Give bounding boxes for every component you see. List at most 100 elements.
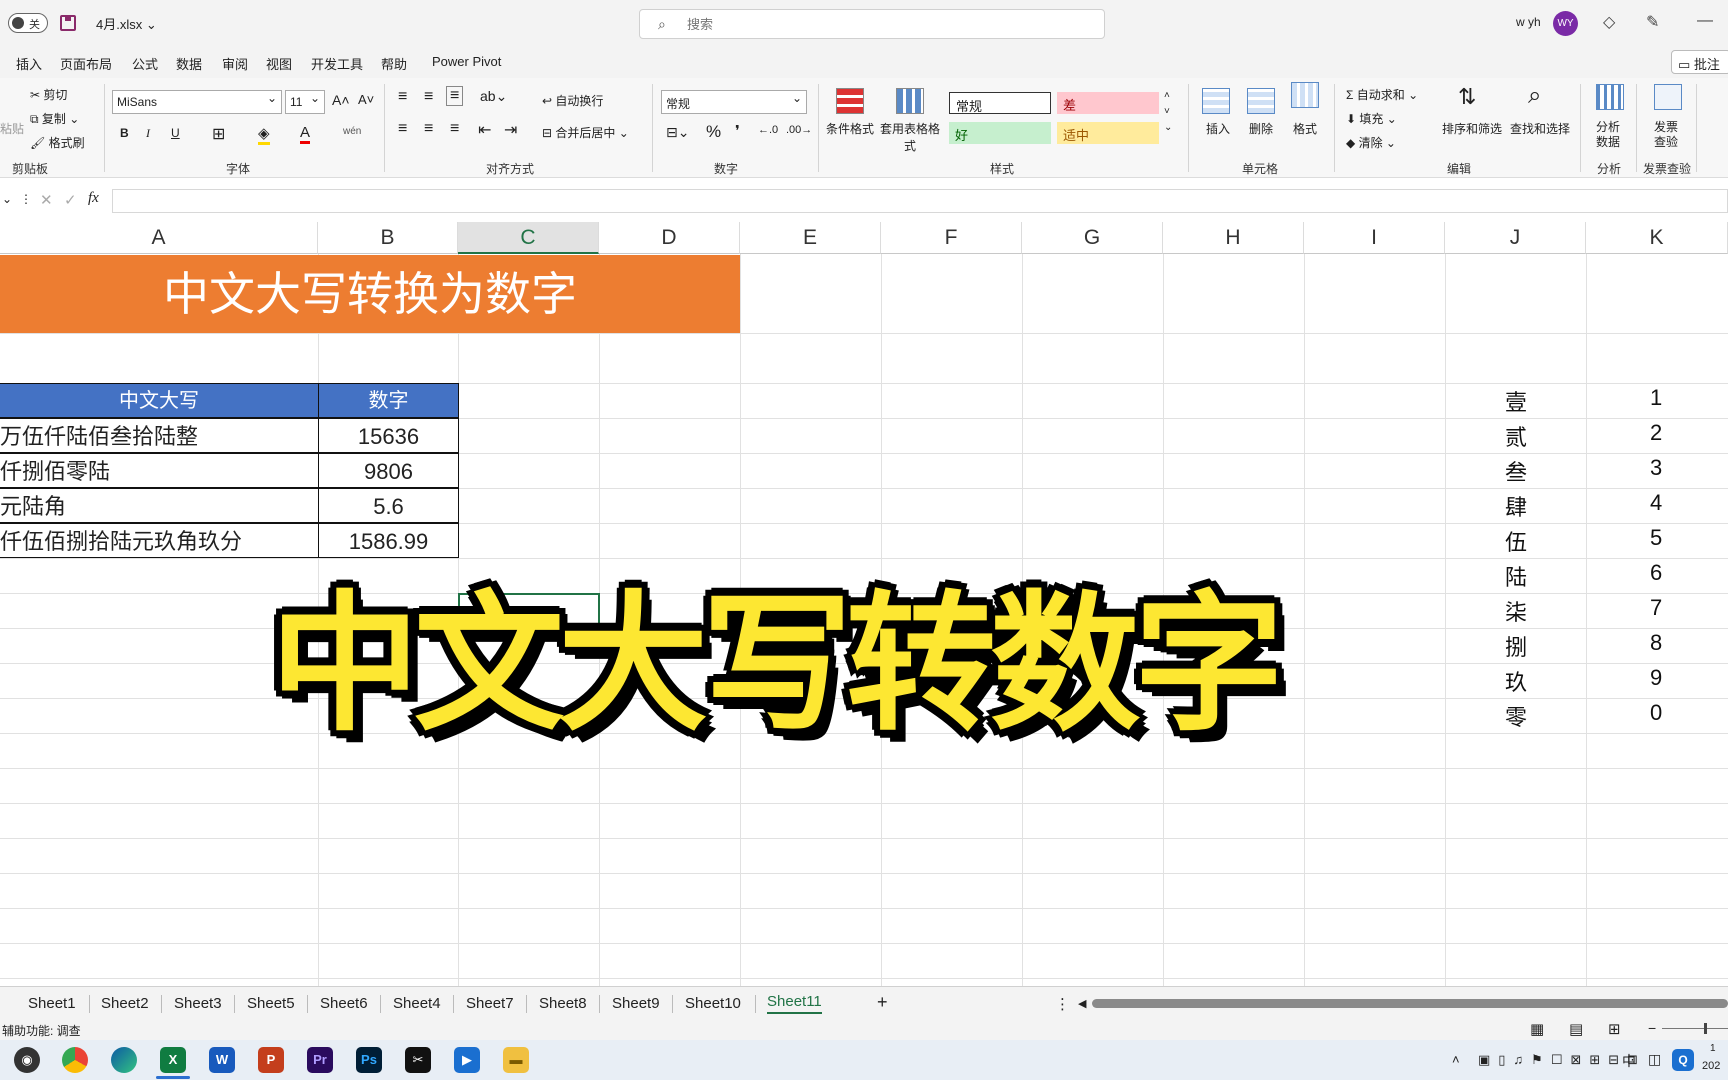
column-header-g[interactable]: G — [1022, 222, 1163, 254]
qq-tray-icon[interactable]: Q — [1672, 1049, 1694, 1071]
sort-filter-icon[interactable]: ⇅ — [1458, 84, 1476, 110]
tray-icons[interactable]: ▣▯♫⚑☐⊠⊞⊟⊡ — [1478, 1052, 1646, 1068]
clock-date[interactable]: 202 — [1702, 1060, 1720, 1072]
formula-input[interactable] — [112, 189, 1728, 213]
lookup-digit[interactable]: 3 — [1650, 455, 1662, 481]
tab-review[interactable]: 审阅 — [222, 54, 248, 73]
table-format-icon[interactable] — [896, 88, 924, 114]
align-top-icon[interactable]: ≡ — [398, 88, 407, 106]
phonetic-icon[interactable]: wén — [343, 126, 361, 137]
align-left-icon[interactable]: ≡ — [398, 120, 407, 138]
conditional-format-icon[interactable] — [836, 88, 864, 114]
tab-insert[interactable]: 插入 — [16, 54, 42, 73]
format-cells-icon[interactable] — [1291, 82, 1319, 108]
table-cell-number[interactable]: 9806 — [318, 453, 459, 488]
underline-button[interactable]: U — [171, 126, 180, 140]
edge-app-icon[interactable] — [111, 1047, 137, 1073]
fill-color-icon[interactable]: ◈ — [258, 124, 270, 145]
sheet-tab[interactable]: Sheet1 — [28, 995, 76, 1012]
horizontal-scrollbar[interactable] — [1092, 999, 1728, 1008]
analyze-data-button[interactable]: 分析数据 — [1596, 120, 1626, 150]
table-cell-number[interactable]: 5.6 — [318, 488, 459, 523]
banner-title[interactable]: 中文大写转换为数字 — [0, 255, 740, 333]
avatar[interactable]: WY — [1553, 11, 1578, 36]
increase-indent-icon[interactable]: ⇥ — [504, 120, 517, 140]
italic-button[interactable]: I — [146, 126, 150, 141]
sheet-tab[interactable]: Sheet4 — [393, 995, 441, 1012]
lookup-char[interactable]: 玖 — [1505, 665, 1527, 697]
sheet-tab[interactable]: Sheet2 — [101, 995, 149, 1012]
font-size-select[interactable]: 11 — [285, 90, 325, 114]
sheet-tab[interactable]: Sheet7 — [466, 995, 514, 1012]
powerpoint-app-icon[interactable]: P — [258, 1047, 284, 1073]
style-good[interactable]: 好 — [949, 122, 1051, 144]
name-box-dropdown-icon[interactable]: ⌄ — [2, 192, 12, 206]
search-input[interactable] — [687, 17, 987, 32]
cut-button[interactable]: ✂ 剪切 — [30, 86, 67, 103]
paste-button[interactable]: 粘贴 — [0, 120, 24, 137]
merge-center-button[interactable]: ⊟ 合并后居中 ⌄ — [542, 124, 629, 141]
align-right-icon[interactable]: ≡ — [450, 120, 459, 138]
sort-filter-button[interactable]: 排序和筛选 — [1442, 120, 1502, 137]
invoice-check-icon[interactable] — [1654, 84, 1682, 110]
tray-chevron-icon[interactable]: ˄ — [1452, 1052, 1460, 1067]
capcut-app-icon[interactable]: ✂ — [405, 1047, 431, 1073]
lookup-digit[interactable]: 5 — [1650, 525, 1662, 551]
zoom-slider-thumb[interactable] — [1704, 1023, 1707, 1034]
table-header-chinese[interactable]: 中文大写 — [0, 383, 319, 418]
bold-button[interactable]: B — [120, 126, 129, 140]
table-cell-chinese[interactable]: 元陆角 — [0, 488, 319, 523]
increase-decimal-icon[interactable]: ←.0 — [758, 124, 778, 136]
zoom-slider[interactable] — [1662, 1028, 1728, 1029]
column-header-k[interactable]: K — [1586, 222, 1728, 254]
lookup-digit[interactable]: 1 — [1650, 385, 1662, 411]
search-box[interactable]: ⌕ — [639, 9, 1105, 39]
grow-font-icon[interactable]: A˄ — [332, 92, 350, 108]
lookup-char[interactable]: 柒 — [1505, 595, 1527, 627]
sheet-tab[interactable]: Sheet6 — [320, 995, 368, 1012]
excel-app-icon[interactable]: X — [160, 1047, 186, 1073]
lookup-digit[interactable]: 8 — [1650, 630, 1662, 656]
volume-icon[interactable]: ◫ — [1648, 1051, 1661, 1068]
shrink-font-icon[interactable]: A˅ — [358, 92, 374, 107]
column-header-j[interactable]: J — [1445, 222, 1586, 254]
lookup-char[interactable]: 贰 — [1505, 420, 1527, 452]
insert-cells-icon[interactable] — [1202, 88, 1230, 114]
more-sheets-icon[interactable]: ⋮ — [1055, 995, 1070, 1013]
lookup-digit[interactable]: 9 — [1650, 665, 1662, 691]
photoshop-app-icon[interactable]: Ps — [356, 1047, 382, 1073]
davinci-app-icon[interactable]: ◉ — [14, 1047, 40, 1073]
wrap-text-button[interactable]: ↩ 自动换行 — [542, 92, 603, 109]
border-icon[interactable]: ⊞ — [212, 124, 225, 144]
font-name-select[interactable]: MiSans — [112, 90, 282, 114]
column-header-d[interactable]: D — [599, 222, 740, 254]
decrease-indent-icon[interactable]: ⇤ — [478, 120, 491, 140]
sheet-tab-active[interactable]: Sheet11 — [767, 993, 822, 1014]
premiere-app-icon[interactable]: Pr — [307, 1047, 333, 1073]
sheet-tab[interactable]: Sheet10 — [685, 995, 741, 1012]
page-layout-view-icon[interactable]: ▤ — [1569, 1020, 1583, 1038]
table-cell-number[interactable]: 1586.99 — [318, 523, 459, 558]
more-icon[interactable]: ⋮ — [20, 192, 32, 206]
align-middle-icon[interactable]: ≡ — [424, 88, 433, 106]
lookup-digit[interactable]: 6 — [1650, 560, 1662, 586]
format-cells-button[interactable]: 格式 — [1293, 120, 1317, 137]
tab-help[interactable]: 帮助 — [381, 54, 407, 73]
lookup-digit[interactable]: 7 — [1650, 595, 1662, 621]
align-center-icon[interactable]: ≡ — [424, 120, 433, 138]
orientation-icon[interactable]: ab⌄ — [480, 88, 507, 105]
column-header-c[interactable]: C — [458, 222, 599, 254]
delete-cells-button[interactable]: 删除 — [1249, 120, 1273, 137]
column-header-i[interactable]: I — [1304, 222, 1445, 254]
tab-page-layout[interactable]: 页面布局 — [60, 54, 112, 73]
add-sheet-icon[interactable]: + — [877, 992, 888, 1013]
column-header-f[interactable]: F — [881, 222, 1022, 254]
insert-cells-button[interactable]: 插入 — [1206, 120, 1230, 137]
tab-power-pivot[interactable]: Power Pivot — [432, 54, 501, 69]
table-format-button[interactable]: 套用表格格式 — [880, 120, 940, 154]
ime-icon[interactable]: 中 — [1622, 1051, 1636, 1071]
format-painter-button[interactable]: 🖌 格式刷 — [30, 134, 85, 151]
lookup-char[interactable]: 叁 — [1505, 455, 1527, 487]
column-header-e[interactable]: E — [740, 222, 881, 254]
style-normal[interactable]: 常规 — [949, 92, 1051, 114]
